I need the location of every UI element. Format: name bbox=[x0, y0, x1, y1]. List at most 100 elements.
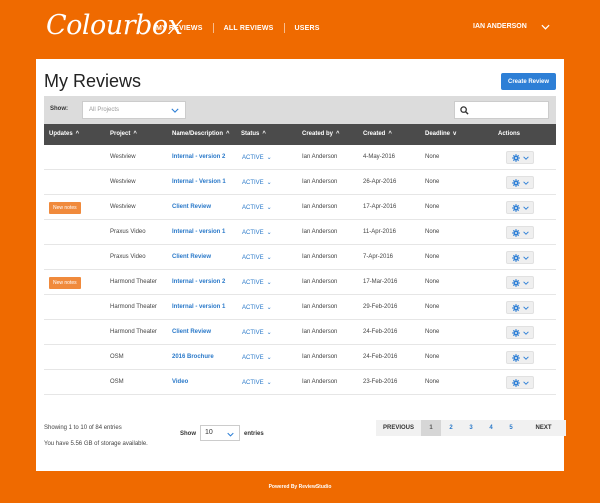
new-notes-badge[interactable]: New notes bbox=[49, 277, 81, 289]
column-header-project[interactable]: Project ^ bbox=[110, 131, 137, 137]
project-filter-select[interactable]: All Projects bbox=[82, 101, 186, 119]
review-name-link[interactable]: Internal - version 1 bbox=[172, 304, 225, 310]
column-header-created-by[interactable]: Created by ^ bbox=[302, 131, 340, 137]
status-dropdown[interactable]: ACTIVE ⌄ bbox=[242, 154, 272, 161]
table-row: Harmond Theater Internal - version 1 ACTIV… bbox=[44, 295, 556, 320]
cell-deadline: None bbox=[425, 154, 440, 160]
gear-icon bbox=[511, 278, 520, 287]
status-dropdown[interactable]: ACTIVE ⌄ bbox=[242, 354, 272, 361]
table-row: OSM 2016 Brochure ACTIVE ⌄ Ian Anderson 24-Fe… bbox=[44, 345, 556, 370]
review-name-link[interactable]: Internal - Version 1 bbox=[172, 179, 226, 185]
column-header-created[interactable]: Created ^ bbox=[363, 131, 392, 137]
column-label: Name/Description bbox=[172, 131, 224, 137]
pagination-page-5[interactable]: 5 bbox=[501, 420, 521, 436]
actions-menu-button[interactable] bbox=[506, 301, 534, 314]
create-review-button[interactable]: Create Review bbox=[501, 73, 556, 90]
caret-down-icon: ⌄ bbox=[266, 255, 272, 261]
cell-project: Harmond Theater bbox=[110, 329, 157, 335]
cell-deadline: None bbox=[425, 179, 440, 185]
column-header-updates[interactable]: Updates ^ bbox=[49, 131, 79, 137]
page-size-select[interactable]: 10 bbox=[200, 425, 240, 441]
actions-menu-button[interactable] bbox=[506, 351, 534, 364]
pagination-page-2[interactable]: 2 bbox=[441, 420, 461, 436]
actions-menu-button[interactable] bbox=[506, 251, 534, 264]
chevron-down-icon bbox=[522, 255, 529, 260]
sort-up-icon: ^ bbox=[133, 131, 137, 137]
nav-divider bbox=[212, 23, 214, 33]
caret-down-icon: ⌄ bbox=[266, 180, 272, 186]
chevron-down-icon bbox=[522, 330, 529, 335]
top-bar: Colourbox MY REVIEWS ALL REVIEWS USERS I… bbox=[0, 0, 600, 58]
status-value: ACTIVE bbox=[242, 230, 264, 236]
chevron-down-icon bbox=[522, 155, 529, 160]
page-size-label: Show bbox=[180, 431, 196, 437]
status-dropdown[interactable]: ACTIVE ⌄ bbox=[242, 229, 272, 236]
actions-menu-button[interactable] bbox=[506, 276, 534, 289]
cell-created-by: Ian Anderson bbox=[302, 254, 338, 260]
review-name-link[interactable]: Client Review bbox=[172, 329, 211, 335]
cell-created-by: Ian Anderson bbox=[302, 179, 338, 185]
cell-deadline: None bbox=[425, 254, 440, 260]
cell-created: 26-Apr-2016 bbox=[363, 179, 397, 185]
status-value: ACTIVE bbox=[242, 155, 264, 161]
search-icon bbox=[460, 106, 469, 115]
pagination-page-4[interactable]: 4 bbox=[481, 420, 501, 436]
gear-icon bbox=[511, 228, 520, 237]
status-dropdown[interactable]: ACTIVE ⌄ bbox=[242, 304, 272, 311]
sort-up-icon: ^ bbox=[262, 131, 266, 137]
cell-project: Harmond Theater bbox=[110, 304, 157, 310]
new-notes-badge[interactable]: New notes bbox=[49, 202, 81, 214]
actions-menu-button[interactable] bbox=[506, 226, 534, 239]
cell-deadline: None bbox=[425, 204, 440, 210]
cell-deadline: None bbox=[425, 354, 440, 360]
pagination-next-button[interactable]: NEXT bbox=[521, 420, 566, 436]
cell-created-by: Ian Anderson bbox=[302, 279, 338, 285]
column-header-name[interactable]: Name/Description ^ bbox=[172, 131, 230, 137]
column-label: Updates bbox=[49, 131, 73, 137]
table-row: Westview Internal - Version 1 ACTIVE ⌄ Ian A… bbox=[44, 170, 556, 195]
gear-icon bbox=[511, 178, 520, 187]
status-value: ACTIVE bbox=[242, 255, 264, 261]
actions-menu-button[interactable] bbox=[506, 326, 534, 339]
actions-menu-button[interactable] bbox=[506, 151, 534, 164]
nav-users[interactable]: USERS bbox=[295, 25, 320, 32]
caret-down-icon: ⌄ bbox=[266, 155, 272, 161]
sort-up-icon: ^ bbox=[226, 131, 230, 137]
caret-down-icon: ⌄ bbox=[266, 230, 272, 236]
status-dropdown[interactable]: ACTIVE ⌄ bbox=[242, 254, 272, 261]
status-dropdown[interactable]: ACTIVE ⌄ bbox=[242, 379, 272, 386]
cell-created: 4-May-2016 bbox=[363, 154, 396, 160]
search-input[interactable] bbox=[454, 101, 549, 119]
actions-menu-button[interactable] bbox=[506, 176, 534, 189]
cell-project: OSM bbox=[110, 354, 124, 360]
nav-my-reviews[interactable]: MY REVIEWS bbox=[156, 25, 203, 32]
column-header-deadline[interactable]: Deadline v bbox=[425, 131, 456, 137]
review-name-link[interactable]: Video bbox=[172, 379, 188, 385]
column-header-status[interactable]: Status ^ bbox=[241, 131, 266, 137]
show-filter-label: Show: bbox=[50, 106, 68, 112]
sort-up-icon: ^ bbox=[336, 131, 340, 137]
status-dropdown[interactable]: ACTIVE ⌄ bbox=[242, 329, 272, 336]
nav-all-reviews[interactable]: ALL REVIEWS bbox=[224, 25, 274, 32]
user-menu[interactable]: IAN ANDERSON bbox=[473, 23, 550, 30]
status-dropdown[interactable]: ACTIVE ⌄ bbox=[242, 279, 272, 286]
review-name-link[interactable]: Client Review bbox=[172, 204, 211, 210]
review-name-link[interactable]: Internal - version 1 bbox=[172, 229, 225, 235]
review-name-link[interactable]: Internal - version 2 bbox=[172, 154, 225, 160]
gear-icon bbox=[511, 303, 520, 312]
pagination-page-3[interactable]: 3 bbox=[461, 420, 481, 436]
pagination-page-1[interactable]: 1 bbox=[421, 420, 441, 436]
review-name-link[interactable]: Client Review bbox=[172, 254, 211, 260]
cell-project: Praxus Video bbox=[110, 229, 146, 235]
pagination-previous-button[interactable]: PREVIOUS bbox=[376, 420, 421, 436]
actions-menu-button[interactable] bbox=[506, 201, 534, 214]
actions-menu-button[interactable] bbox=[506, 376, 534, 389]
table-row: New notes Westview Client Review ACTIVE ⌄ Ian… bbox=[44, 195, 556, 220]
status-dropdown[interactable]: ACTIVE ⌄ bbox=[242, 179, 272, 186]
status-dropdown[interactable]: ACTIVE ⌄ bbox=[242, 204, 272, 211]
review-name-link[interactable]: 2016 Brochure bbox=[172, 354, 214, 360]
chevron-down-icon bbox=[522, 280, 529, 285]
review-name-link[interactable]: Internal - version 2 bbox=[172, 279, 225, 285]
chevron-down-icon bbox=[522, 380, 529, 385]
sort-up-icon: ^ bbox=[388, 131, 392, 137]
